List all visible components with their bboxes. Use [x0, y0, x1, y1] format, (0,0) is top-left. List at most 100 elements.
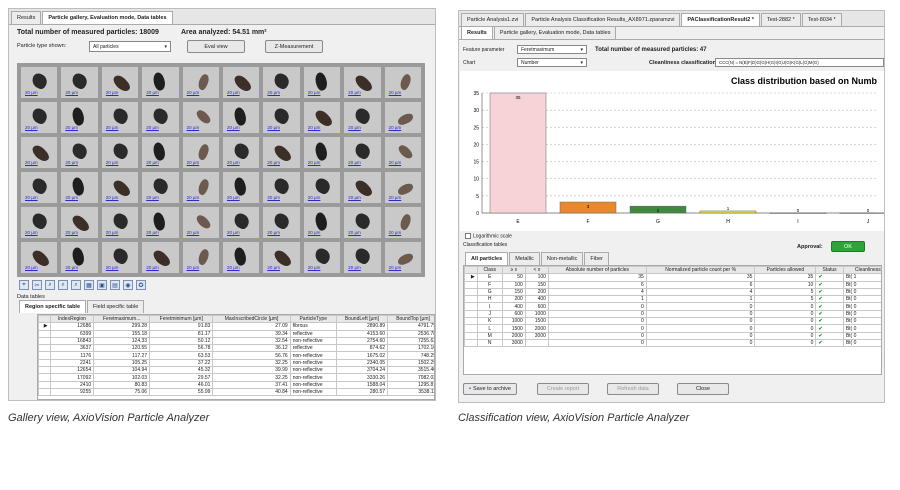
table-row[interactable]: K 1000 1500 0 0 0 ✔ Bt( 0 — [464, 317, 881, 326]
particle-thumbnail[interactable]: 20 µm — [223, 102, 260, 133]
tab-region-specific[interactable]: Region specific table — [19, 300, 87, 313]
table-row[interactable]: 16843 124.33 50.12 32.54 non-reflective 2754.… — [38, 336, 434, 346]
toolbar-tool-icon[interactable]: ▤ — [110, 280, 120, 290]
column-header[interactable]: Cleanliness Le... — [842, 266, 881, 275]
particle-thumbnail[interactable]: 20 µm — [384, 102, 421, 133]
column-header[interactable]: Normalized particle count per % — [645, 266, 756, 275]
particle-thumbnail[interactable]: 20 µm — [384, 242, 421, 273]
column-header[interactable]: ≥ x — [501, 266, 526, 275]
class-tab[interactable]: Non-metallic — [540, 252, 584, 265]
particle-thumbnail[interactable]: 20 µm — [21, 102, 58, 133]
particle-thumbnail[interactable]: 20 µm — [263, 102, 300, 133]
chart-bar[interactable] — [769, 212, 827, 214]
table-row[interactable]: 1176 117.27 63.53 56.76 non-reflective 1675.0… — [38, 351, 434, 360]
close-button[interactable]: Close — [677, 383, 729, 395]
particle-thumbnail[interactable]: 20 µm — [344, 102, 381, 133]
column-header[interactable] — [38, 315, 51, 324]
tab-particle-gallery[interactable]: Particle gallery, Evaluation mode, Data … — [493, 26, 617, 39]
table-row[interactable]: ▶ E 50 100 35 35 35 ✔ Bt( 1 — [464, 273, 881, 282]
create-report-button[interactable]: Create report — [537, 383, 589, 395]
particle-thumbnail[interactable]: 20 µm — [182, 242, 219, 273]
particle-thumbnail[interactable]: 20 µm — [223, 242, 260, 273]
particle-thumbnail[interactable]: 20 µm — [21, 172, 58, 203]
particle-thumbnail[interactable]: 20 µm — [61, 207, 98, 238]
particle-thumbnail[interactable]: 20 µm — [263, 67, 300, 98]
particle-thumbnail[interactable]: 20 µm — [182, 67, 219, 98]
column-header[interactable]: BoundTop [µm] — [387, 315, 434, 324]
column-header[interactable]: IndexRegion — [49, 315, 95, 324]
toolbar-tool-icon[interactable]: ✪ — [136, 280, 146, 290]
particle-thumbnail[interactable]: 20 µm — [142, 242, 179, 273]
particle-thumbnail[interactable]: 20 µm — [263, 207, 300, 238]
particle-thumbnail[interactable]: 20 µm — [142, 67, 179, 98]
particle-thumbnail[interactable]: 20 µm — [344, 67, 381, 98]
file-tab[interactable]: Test-8034 * — [801, 13, 842, 26]
particle-thumbnail[interactable]: 20 µm — [142, 172, 179, 203]
table-row[interactable]: 9255 75.06 55.99 40.84 non-reflective 280.57 3… — [38, 387, 434, 397]
column-header[interactable]: < x — [524, 266, 549, 275]
tab-field-specific[interactable]: Field specific table — [87, 300, 145, 313]
particle-thumbnail[interactable]: 20 µm — [303, 207, 341, 238]
chart-bar[interactable] — [839, 212, 885, 214]
table-row[interactable]: 2410 80.83 46.01 37.41 non-reflective 1588.04… — [38, 380, 434, 389]
particle-thumbnail[interactable]: 20 µm — [303, 242, 341, 273]
particle-thumbnail[interactable]: 20 µm — [303, 172, 341, 203]
particle-thumbnail[interactable]: 20 µm — [101, 67, 139, 98]
particle-thumbnail[interactable]: 20 µm — [263, 172, 300, 203]
particle-gallery[interactable]: 20 µm 20 µm 20 µm 20 µm 20 µm 20 µm 20 µm 20 µm… — [17, 63, 425, 277]
table-row[interactable]: M 2000 3000 0 0 0 ✔ Bt( 0 — [464, 331, 881, 340]
column-header[interactable]: MaxInscribedCircle [µm] — [212, 315, 291, 324]
particle-thumbnail[interactable]: 20 µm — [182, 102, 219, 133]
column-header[interactable]: BoundLeft [µm] — [335, 315, 389, 324]
tab-results[interactable]: Results — [461, 26, 493, 39]
toolbar-tool-icon[interactable]: ⌕ — [58, 280, 68, 290]
table-row[interactable]: 2241 105.25 37.22 32.25 non-reflective 2340.0… — [38, 358, 434, 368]
particle-thumbnail[interactable]: 20 µm — [21, 207, 58, 238]
tab-particle-gallery[interactable]: Particle gallery, Evaluation mode, Data … — [42, 11, 173, 24]
particle-thumbnail[interactable]: 20 µm — [61, 102, 98, 133]
table-row[interactable]: 3637 120.55 56.78 36.12 reflective 874.62 1702… — [38, 344, 434, 353]
class-tab[interactable]: All particles — [465, 252, 509, 265]
particle-thumbnail[interactable]: 20 µm — [21, 242, 58, 273]
eval-view-button[interactable]: Eval view — [187, 40, 245, 53]
particle-thumbnail[interactable]: 20 µm — [101, 207, 139, 238]
toolbar-tool-icon[interactable]: ▣ — [97, 280, 107, 290]
save-to-archive-button[interactable]: ▪ Save to archive — [463, 383, 517, 395]
z-measurement-button[interactable]: Z-Measurement — [265, 40, 323, 53]
chart-bar[interactable] — [489, 92, 547, 214]
column-header[interactable]: Particles allowed — [754, 266, 817, 275]
column-header[interactable]: Status — [815, 266, 844, 275]
toolbar-tool-icon[interactable]: ⌖ — [19, 280, 29, 290]
table-row[interactable]: L 1500 2000 0 0 0 ✔ Bt( 0 — [464, 324, 881, 333]
particle-thumbnail[interactable]: 20 µm — [303, 102, 341, 133]
table-row[interactable]: ▶ 12686 299.28 91.83 27.09 fibrous 2890.89 4791… — [38, 322, 434, 331]
table-row[interactable]: J 600 1000 0 0 0 ✔ Bt( 0 — [464, 309, 881, 319]
particle-thumbnail[interactable]: 20 µm — [142, 102, 179, 133]
particle-thumbnail[interactable]: 20 µm — [223, 207, 260, 238]
table-row[interactable]: 6399 155.18 81.17 39.34 reflective 4153.60 253… — [38, 329, 434, 338]
toolbar-tool-icon[interactable]: ✂ — [32, 280, 42, 290]
particle-thumbnail[interactable]: 20 µm — [263, 242, 300, 273]
particle-thumbnail[interactable]: 20 µm — [21, 137, 58, 168]
particle-thumbnail[interactable]: 20 µm — [61, 67, 98, 98]
table-row[interactable]: H 200 400 1 1 5 ✔ Bt( 0 — [464, 295, 881, 304]
particle-thumbnail[interactable]: 20 µm — [101, 242, 139, 273]
table-row[interactable]: I 400 600 0 0 0 ✔ Bt( 0 — [464, 302, 881, 311]
log-scale-checkbox[interactable]: Logarithmic scale — [465, 233, 512, 239]
toolbar-tool-icon[interactable]: ⌕ — [45, 280, 55, 290]
table-row[interactable]: G 150 200 4 4 5 ✔ Bt( 0 — [464, 287, 881, 297]
toolbar-tool-icon[interactable]: ◉ — [123, 280, 133, 290]
chart-select[interactable]: Number ▾ — [517, 58, 587, 67]
toolbar-tool-icon[interactable]: ⌕ — [71, 280, 81, 290]
file-tab[interactable]: Particle Analysis1.zvi — [461, 13, 525, 26]
particle-thumbnail[interactable]: 20 µm — [142, 207, 179, 238]
table-row[interactable]: 17092 102.03 29.57 32.25 non-reflective 3330.… — [38, 373, 434, 382]
chart-bar[interactable] — [699, 210, 757, 214]
particle-thumbnail[interactable]: 20 µm — [344, 137, 381, 168]
feature-parameter-select[interactable]: Feretmaximum ▾ — [517, 45, 587, 54]
column-header[interactable]: Feretmaximum... — [93, 315, 151, 324]
particle-thumbnail[interactable]: 20 µm — [101, 172, 139, 203]
file-tab[interactable]: Test-2882 * — [760, 13, 801, 26]
table-row[interactable]: 12654 104.94 45.32 39.99 non-reflective 3704.… — [38, 366, 434, 375]
particle-thumbnail[interactable]: 20 µm — [182, 172, 219, 203]
